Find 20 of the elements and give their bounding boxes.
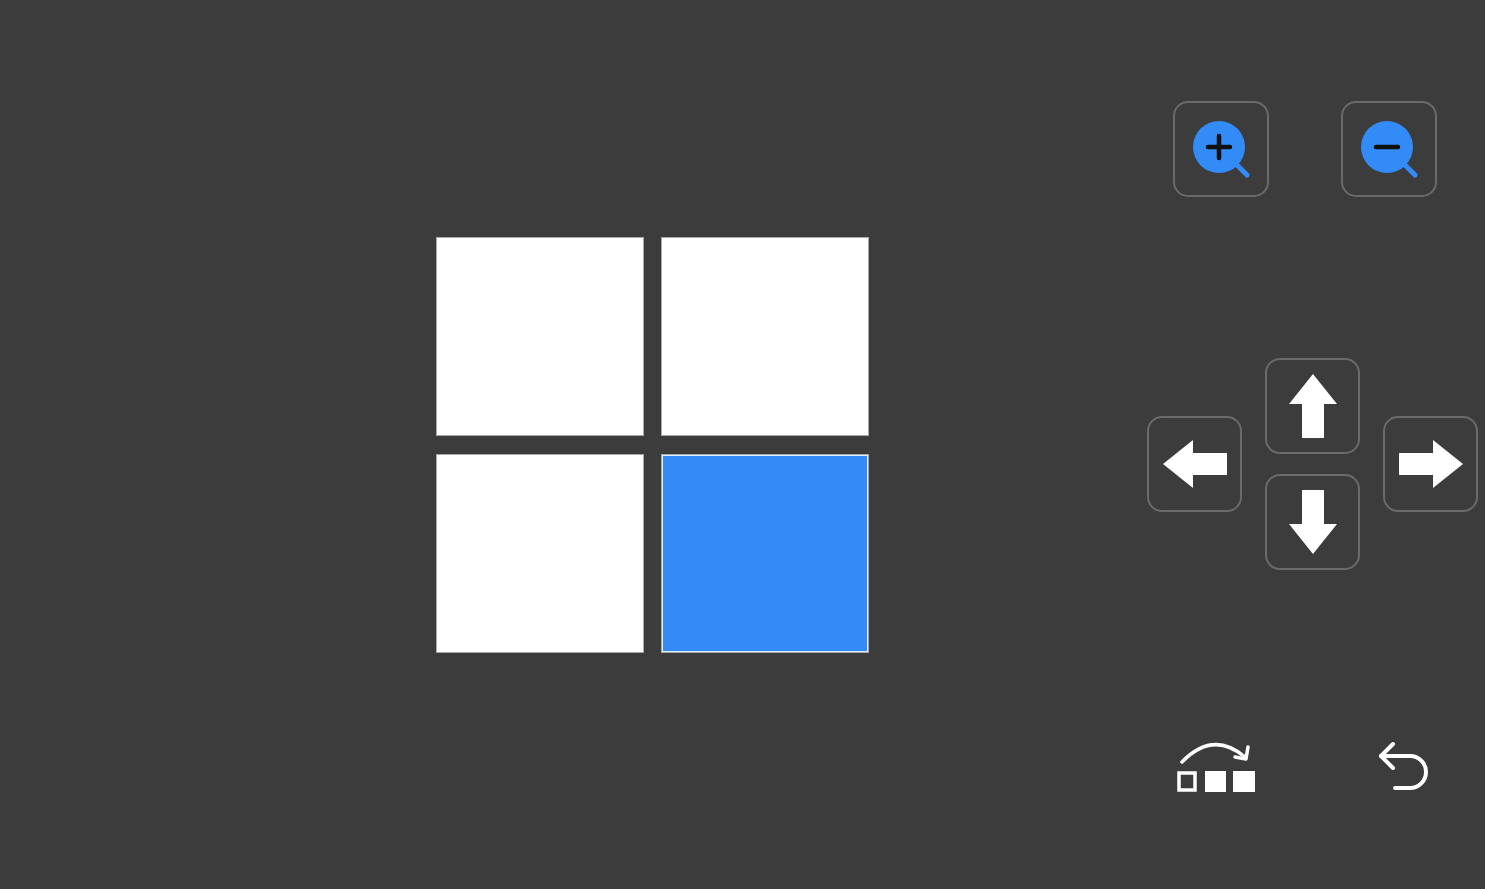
- selected-grid-tile[interactable]: [661, 453, 869, 653]
- arrow-left-icon: [1162, 439, 1227, 489]
- undo-icon: [1376, 740, 1430, 792]
- grid-tile[interactable]: [436, 236, 644, 436]
- grid-tile[interactable]: [661, 236, 869, 436]
- undo-button[interactable]: [1376, 740, 1430, 792]
- skip-squares-icon: [1177, 740, 1256, 793]
- move-down-button[interactable]: [1265, 474, 1360, 570]
- arrow-down-icon: [1287, 490, 1338, 554]
- zoom-out-button[interactable]: [1341, 101, 1437, 197]
- move-left-button[interactable]: [1147, 416, 1242, 512]
- zoom-in-button[interactable]: [1173, 101, 1269, 197]
- grid-tile[interactable]: [436, 453, 644, 653]
- move-right-button[interactable]: [1383, 416, 1478, 512]
- zoom-out-icon: [1360, 120, 1418, 178]
- skip-button[interactable]: [1177, 740, 1256, 793]
- move-up-button[interactable]: [1265, 358, 1360, 454]
- arrow-right-icon: [1398, 439, 1463, 489]
- arrow-up-icon: [1287, 374, 1338, 438]
- zoom-in-icon: [1192, 120, 1250, 178]
